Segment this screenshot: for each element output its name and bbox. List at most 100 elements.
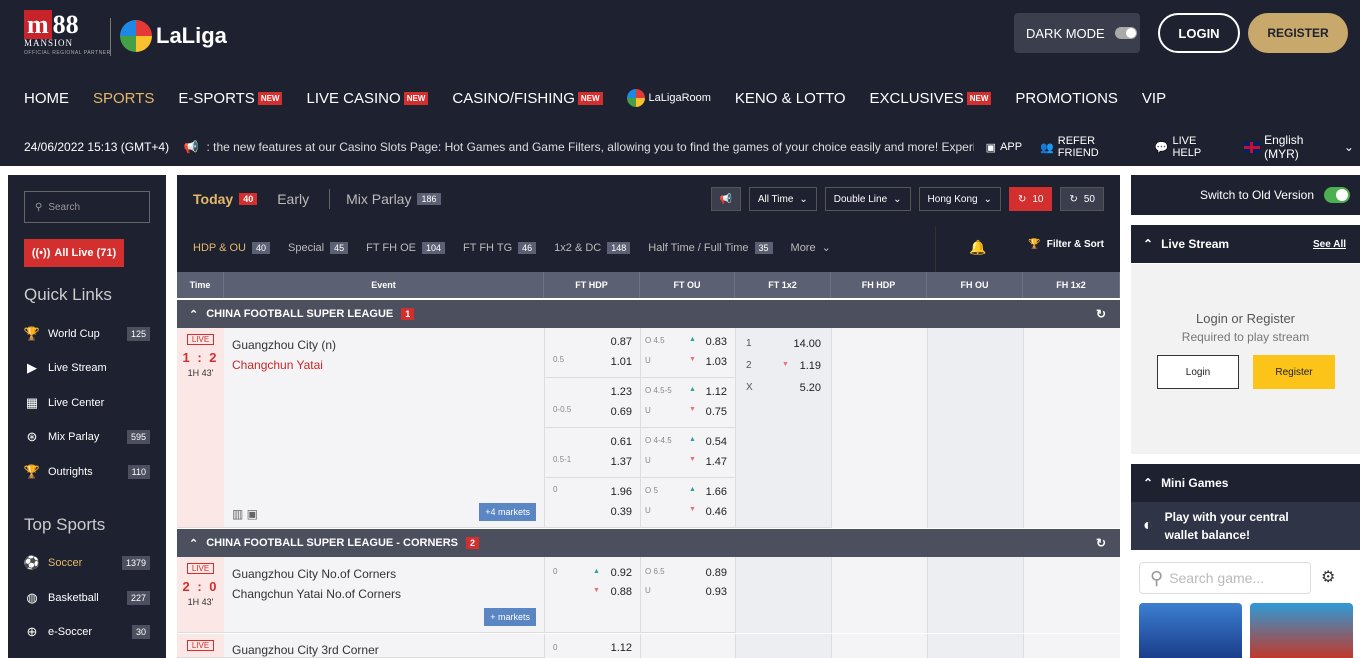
tab-today[interactable]: Today 40 [193,191,258,207]
toggle-switch-icon[interactable] [1114,27,1137,39]
arrow-down-icon: ▼ [689,406,696,413]
live-signal-icon: ((•)) [31,247,51,259]
nav-exclusives[interactable]: EXCLUSIVES NEW [870,90,992,107]
ou-odds[interactable]: O 4.5-5 U ▲ 1.12 ▼ 0.75 [640,378,735,428]
ticker-message[interactable]: : the new features at our Casino Slots P… [206,140,973,154]
subtab-1x2-dc[interactable]: 1x2 & DC 148 [554,241,631,254]
arrow-down-icon: ▼ [689,456,696,463]
m88-logo[interactable]: m 88 MANSION OFFICIAL REGIONAL PARTNER [24,10,111,56]
ou-odds[interactable]: O 6.5 U 0.89 0.93 [640,557,735,633]
game-thumbnail[interactable] [1139,603,1242,658]
chevron-down-icon: ⌄ [821,242,831,254]
hdp-odds[interactable]: 0-0.5 1.23 0.69 [544,378,640,428]
refresh-icon: ↻ [1069,193,1078,205]
stream-register-button[interactable]: Register [1253,355,1335,389]
sidebar-search-input[interactable]: ⚲ Search [24,191,150,223]
search-icon: ⚲ [35,201,43,213]
line-select[interactable]: Double Line ⌄ [824,187,911,211]
ou-odds[interactable]: O 5 U ▲ 1.66 ▼ 0.46 [640,478,735,528]
fh-ou-empty [927,634,1023,658]
refer-friend-link[interactable]: 👥 REFER FRIEND [1040,135,1137,159]
hdp-odds[interactable]: 0 ▲ 0.92 ▼ 0.88 [544,557,640,633]
event-cell[interactable]: Guangzhou City (n) Changchun Yatai ▥ ▣ +… [224,328,544,527]
odds-format-select[interactable]: Hong Kong ⌄ [918,187,1001,211]
nav-laliga-room[interactable]: LaLigaRoom [626,89,711,107]
hdp-odds[interactable]: 0.5-1 0.61 1.37 [544,428,640,478]
see-all-link[interactable]: See All [1313,239,1346,250]
sidebar-item-outrights[interactable]: 🏆 Outrights 110 [24,464,150,480]
arrow-up-icon: ▲ [689,336,696,343]
subtab-ft-fh-tg[interactable]: FT FH TG 46 [463,241,537,254]
league-header[interactable]: ⌃ CHINA FOOTBALL SUPER LEAGUE - CORNERS … [177,529,1120,557]
subtab-hdp-ou[interactable]: HDP & OU 40 [193,241,270,254]
nav-vip[interactable]: VIP [1142,90,1166,107]
sidebar-item-basketball[interactable]: ◍ Basketball 227 [24,590,150,606]
time-filter-select[interactable]: All Time ⌄ [748,187,817,211]
refresh-icon[interactable]: ↻ [1096,536,1106,550]
refresh-10-button[interactable]: ↻ 10 [1008,187,1053,211]
bell-icon[interactable]: 🔔 [969,239,986,256]
ou-odds[interactable]: O 4.5 U ▲ 0.83 ▼ 1.03 [640,328,735,378]
old-version-toggle[interactable]: Switch to Old Version [1131,175,1360,215]
refresh-icon: ↻ [1017,193,1027,205]
col-ft-ou: FT OU [640,272,735,298]
toggle-switch-icon[interactable] [1324,187,1350,203]
required-text: Required to play stream [1181,330,1310,344]
chevron-down-icon: ⌄ [893,193,902,205]
stats-icon[interactable]: ▥ ▣ [232,507,258,521]
live-help-link[interactable]: 💬 LIVE HELP [1155,135,1227,159]
dark-mode-toggle[interactable]: DARK MODE [1014,13,1140,53]
quick-links-heading: Quick Links [24,285,112,304]
filter-icon[interactable]: ⚙ [1321,567,1335,587]
live-stream-header[interactable]: ⌃ Live Stream See All [1131,225,1360,263]
ou-odds[interactable]: O 4-4.5 U ▲ 0.54 ▼ 1.47 [640,428,735,478]
subtab-special[interactable]: Special 45 [288,241,349,254]
event-cell[interactable]: Guangzhou City 3rd Corner [224,634,544,657]
login-button[interactable]: LOGIN [1158,13,1240,53]
tab-early[interactable]: Early [277,191,309,207]
sidebar-item-esoccer[interactable]: ⊕ e-Soccer 30 [24,624,150,640]
sidebar-item-live-center[interactable]: ▦ Live Center [24,395,150,411]
hdp-odds[interactable]: 0 1.96 0.39 [544,478,640,528]
odds-table-header: Time Event FT HDP FT OU FT 1x2 FH HDP FH… [177,272,1120,298]
nav-sports[interactable]: SPORTS [93,90,154,107]
sidebar-item-mix-parlay[interactable]: ⊛ Mix Parlay 595 [24,429,150,445]
sidebar-item-live-stream[interactable]: ▶ Live Stream [24,360,150,376]
hdp-odds[interactable]: 0 1.12 [544,634,640,658]
language-selector[interactable]: English (MYR) ⌄ [1244,133,1354,161]
event-cell[interactable]: Guangzhou City No.of Corners Changchun Y… [224,557,544,632]
laliga-logo[interactable]: LaLiga [120,20,227,52]
nav-esports[interactable]: E-SPORTS NEW [178,90,283,107]
wallet-banner: ◐ Play with your central wallet balance! [1131,502,1360,550]
announcement-button[interactable]: 📢 [710,187,741,211]
subtab-ft-fh-oe[interactable]: FT FH OE 104 [366,241,446,254]
sidebar-item-world-cup[interactable]: 🏆 World Cup 125 [24,326,150,342]
tab-mix-parlay[interactable]: Mix Parlay 186 [346,191,441,207]
more-markets-button[interactable]: +4 markets [479,503,536,521]
refresh-icon[interactable]: ↻ [1096,307,1106,321]
more-markets-button[interactable]: + markets [484,608,536,626]
nav-keno-lotto[interactable]: KENO & LOTTO [735,90,846,107]
all-live-button[interactable]: ((•)) All Live (71) [24,239,124,267]
hdp-odds[interactable]: 0.5 0.87 1.01 [544,328,640,378]
sidebar-item-soccer[interactable]: ⚽ Soccer 1379 [24,555,150,571]
nav-promotions[interactable]: PROMOTIONS [1015,90,1118,107]
filter-sort-button[interactable]: 🏆 Filter & Sort [1028,239,1104,250]
ft-1x2-odds[interactable]: 1 14.00 2 ▼ 1.19 X 5.20 [735,328,831,528]
basketball-icon: ◍ [26,590,38,605]
register-button[interactable]: REGISTER [1248,13,1348,53]
game-thumbnail[interactable] [1250,603,1353,658]
mini-games-header[interactable]: ⌃ Mini Games [1131,464,1360,502]
nav-home[interactable]: HOME [24,90,69,107]
nav-live-casino[interactable]: LIVE CASINO NEW [306,90,429,107]
stream-login-button[interactable]: Login [1157,355,1239,389]
nav-casino-fishing[interactable]: CASINO/FISHING NEW [452,90,603,107]
refresh-50-button[interactable]: ↻ 50 [1060,187,1104,211]
game-search-input[interactable]: ⚲ Search game... [1139,562,1311,594]
league-header[interactable]: ⌃ CHINA FOOTBALL SUPER LEAGUE 1 ↻ [177,300,1120,328]
subtab-ht-ft[interactable]: Half Time / Full Time 35 [648,241,773,254]
app-link[interactable]: ▣ APP [986,135,1022,159]
live-badge: LIVE [186,563,215,574]
subtab-more[interactable]: More ⌄ [791,241,831,255]
toolbar-divider [935,227,936,272]
